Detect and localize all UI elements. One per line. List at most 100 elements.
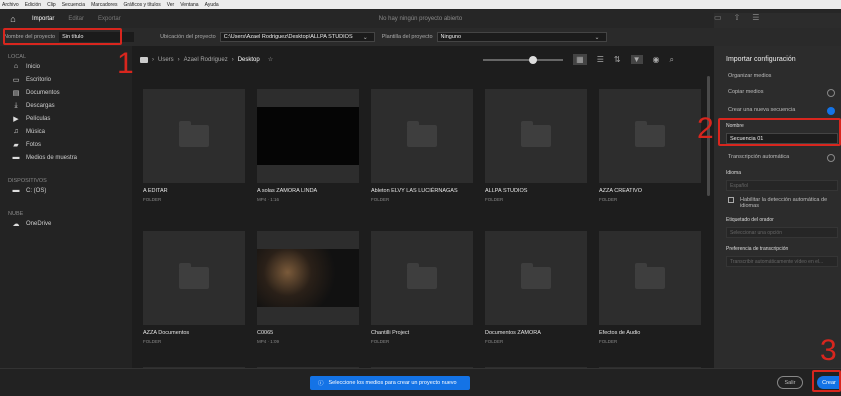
menu-item[interactable]: Ventana bbox=[180, 2, 198, 8]
media-meta: FOLDER bbox=[485, 339, 504, 344]
media-item[interactable]: A solas ZAMORA LINDA MP4 · 1:16 bbox=[257, 89, 359, 231]
transcription-toggle[interactable] bbox=[827, 154, 835, 162]
menu-item[interactable]: Ver bbox=[167, 2, 175, 8]
eye-icon[interactable]: ◉ bbox=[653, 55, 660, 64]
folder-icon bbox=[635, 263, 665, 289]
menu-item[interactable]: Gráficos y títulos bbox=[123, 2, 160, 8]
sidebar-item[interactable]: ▰ Fotos bbox=[12, 138, 132, 151]
sidebar-item[interactable]: ▬ C: (OS) bbox=[12, 184, 132, 197]
sidebar-item[interactable]: ⤓ Descargas bbox=[12, 99, 132, 112]
thumbnail-size-slider[interactable] bbox=[483, 55, 564, 64]
media-thumbnail[interactable] bbox=[485, 231, 587, 325]
sidebar-item[interactable]: ▭ Escritorio bbox=[12, 73, 132, 86]
file-browser: › Users › Azael Rodriguez › Desktop ☆ ▦ … bbox=[132, 46, 714, 387]
media-name: Documentos ZAMORA bbox=[485, 330, 541, 336]
exit-button[interactable]: Salir bbox=[777, 376, 803, 389]
menu-item[interactable]: Ayuda bbox=[205, 2, 219, 8]
speaker-tag-label: Etiquetado del orador bbox=[726, 217, 774, 223]
toast-text: Seleccione los medios para crear un proy… bbox=[328, 380, 457, 386]
transcription-pref-select[interactable] bbox=[726, 256, 838, 267]
checkbox[interactable] bbox=[728, 197, 734, 203]
media-item[interactable]: AZZA Documentos FOLDER bbox=[143, 231, 245, 373]
menu-item[interactable]: Edición bbox=[25, 2, 41, 8]
language-select[interactable] bbox=[726, 180, 838, 191]
media-thumbnail[interactable] bbox=[257, 89, 359, 183]
media-thumbnail[interactable] bbox=[257, 231, 359, 325]
chevron-down-icon[interactable]: ⌄ bbox=[595, 34, 600, 41]
annotation-number-3: 3 bbox=[820, 334, 837, 367]
chevron-right-icon: › bbox=[177, 56, 180, 63]
project-location-field[interactable] bbox=[219, 32, 375, 42]
list-view-icon[interactable]: ☰ bbox=[597, 55, 604, 64]
menu-item[interactable]: Clip bbox=[47, 2, 56, 8]
sidebar-item-label: OneDrive bbox=[26, 220, 52, 227]
sidebar-item[interactable]: ▤ Documentos bbox=[12, 86, 132, 99]
search-icon[interactable]: ⌕ bbox=[670, 55, 674, 65]
filter-icon[interactable]: ▼ bbox=[630, 55, 643, 64]
media-item[interactable]: Ableton ELVY LAS LUCIÉRNAGAS FOLDER bbox=[371, 89, 473, 231]
media-item[interactable]: Chantilli Project FOLDER bbox=[371, 231, 473, 373]
sidebar-item[interactable]: ⌂ Inicio bbox=[12, 60, 132, 73]
detect-language-label: Habilitar la detección automática de idi… bbox=[740, 197, 828, 209]
media-item[interactable]: AZZA CREATIVO FOLDER bbox=[599, 89, 701, 231]
sidebar-item-label: Películas bbox=[26, 115, 51, 122]
breadcrumb-users[interactable]: Users bbox=[158, 57, 174, 63]
media-thumbnail[interactable] bbox=[371, 89, 473, 183]
media-item[interactable]: C0065 MP4 · 1:09 bbox=[257, 231, 359, 373]
detect-language-row[interactable]: Habilitar la detección automática de idi… bbox=[728, 197, 841, 209]
project-template-field[interactable] bbox=[436, 32, 607, 42]
chevron-right-icon: › bbox=[231, 56, 234, 63]
media-thumbnail[interactable] bbox=[485, 89, 587, 183]
media-meta: FOLDER bbox=[599, 339, 618, 344]
media-name: Chantilli Project bbox=[371, 330, 410, 336]
media-item[interactable]: Documentos ZAMORA FOLDER bbox=[485, 231, 587, 373]
sidebar-item-label: Medios de muestra bbox=[26, 154, 78, 161]
home-icon[interactable]: ⌂ bbox=[8, 14, 18, 24]
sidebar-item[interactable]: ♫ Música bbox=[12, 125, 132, 138]
media-thumbnail[interactable] bbox=[143, 89, 245, 183]
sequence-toggle[interactable] bbox=[827, 107, 835, 115]
sidebar-item[interactable]: ▬ Medios de muestra bbox=[12, 151, 132, 164]
speaker-tag-select[interactable] bbox=[726, 227, 838, 238]
panel-title: Importar configuración bbox=[726, 56, 796, 63]
copy-media-row[interactable]: Copiar medios bbox=[728, 89, 841, 97]
bottom-bar: ⓘ Seleccione los medios para crear un pro… bbox=[0, 368, 841, 396]
sidebar-item-label: Música bbox=[26, 128, 46, 135]
media-thumbnail[interactable] bbox=[371, 231, 473, 325]
media-meta: FOLDER bbox=[371, 339, 390, 344]
media-thumbnail[interactable] bbox=[599, 89, 701, 183]
tab-importar[interactable]: Importar bbox=[32, 16, 54, 22]
transcription-row[interactable]: Transcripción automática bbox=[728, 154, 841, 162]
star-icon[interactable]: ☆ bbox=[268, 56, 273, 63]
tab-exportar[interactable]: Exportar bbox=[98, 16, 121, 22]
media-thumbnail[interactable] bbox=[143, 231, 245, 325]
media-meta: FOLDER bbox=[371, 197, 390, 202]
sort-icon[interactable]: ⇅ bbox=[614, 55, 621, 64]
video-preview bbox=[257, 249, 359, 307]
cloud-icon: ☁ bbox=[12, 220, 20, 228]
folder-icon: ▬ bbox=[12, 154, 20, 161]
document-icon: ▤ bbox=[12, 89, 20, 97]
project-settings-row: Nombre del proyecto Ubicación del proyec… bbox=[0, 28, 841, 46]
copy-toggle[interactable] bbox=[827, 89, 835, 97]
media-name: C0065 bbox=[257, 330, 274, 336]
grid-view-icon[interactable]: ▦ bbox=[573, 54, 587, 65]
sidebar-item[interactable]: ☁ OneDrive bbox=[12, 217, 132, 230]
new-sequence-label: Crear una nueva secuencia bbox=[728, 107, 796, 113]
menu-item[interactable]: Secuencia bbox=[62, 2, 85, 8]
sidebar-item-label: C: (OS) bbox=[26, 187, 47, 194]
chevron-down-icon[interactable]: ⌄ bbox=[363, 34, 368, 41]
breadcrumb-user[interactable]: Azael Rodriguez bbox=[184, 57, 228, 63]
desktop-icon: ▭ bbox=[12, 76, 20, 84]
menu-item[interactable]: Archivo bbox=[2, 2, 19, 8]
new-sequence-row[interactable]: Crear una nueva secuencia bbox=[728, 107, 841, 115]
media-thumbnail[interactable] bbox=[599, 231, 701, 325]
organize-media-row[interactable]: Organizar medios bbox=[728, 73, 841, 79]
menu-item[interactable]: Marcadores bbox=[91, 2, 117, 8]
sidebar-item[interactable]: ▶ Películas bbox=[12, 112, 132, 125]
media-item[interactable]: Efectos de Audio FOLDER bbox=[599, 231, 701, 373]
media-item[interactable]: ALLPA STUDIOS FOLDER bbox=[485, 89, 587, 231]
media-item[interactable]: A EDITAR FOLDER bbox=[143, 89, 245, 231]
folder-icon bbox=[179, 263, 209, 289]
tab-editar[interactable]: Editar bbox=[68, 16, 84, 22]
